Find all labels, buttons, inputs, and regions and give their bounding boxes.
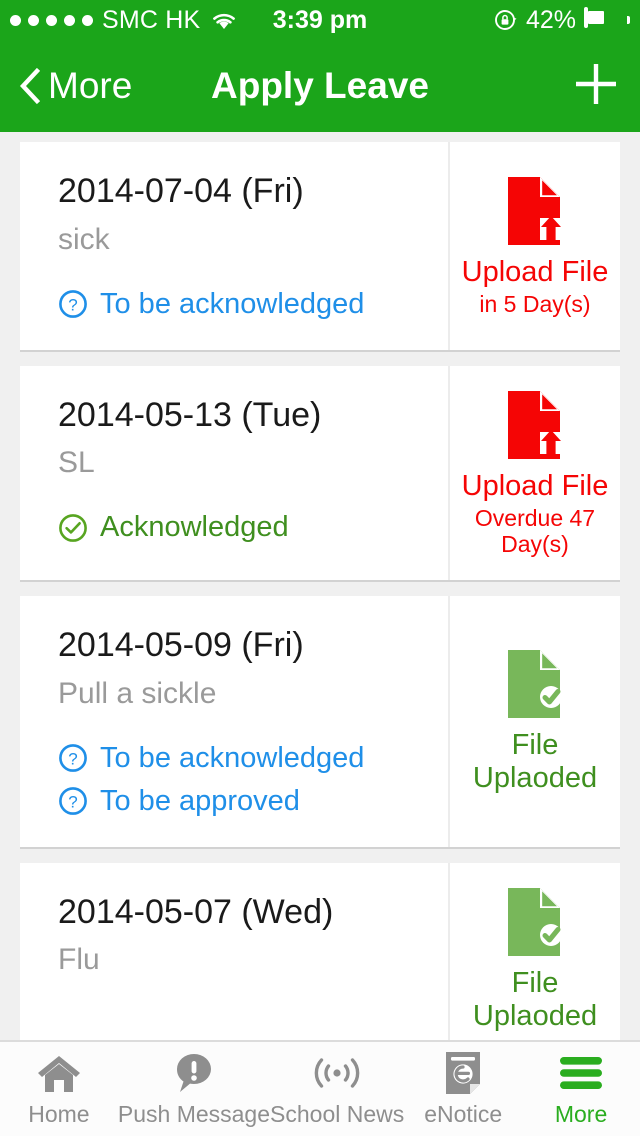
- status-badge: ? To be approved: [58, 782, 448, 821]
- tab-more[interactable]: More: [522, 1042, 640, 1136]
- file-upload-icon: [504, 174, 566, 248]
- tab-school-news[interactable]: School News: [270, 1042, 404, 1136]
- file-action-label: Upload File: [461, 255, 609, 288]
- rotation-lock-icon: [494, 8, 518, 32]
- status-badge: ? To be acknowledged: [58, 285, 448, 324]
- file-action-label: File Uplaoded: [472, 966, 598, 1032]
- leave-record-details: 2014-05-09 (Fri) Pull a sickle? To be ackn…: [20, 596, 448, 847]
- leave-record-card[interactable]: 2014-05-07 (Wed) Flu File Uplaoded: [20, 862, 620, 1040]
- file-action-panel[interactable]: File Uplaoded: [448, 862, 620, 1040]
- signal-dot: [10, 14, 21, 26]
- status-label: To be acknowledged: [100, 287, 365, 320]
- status-label: To be acknowledged: [100, 741, 365, 774]
- signal-dot: [64, 14, 75, 26]
- navigation-bar: More Apply Leave: [0, 40, 640, 132]
- leave-record-card[interactable]: 2014-05-13 (Tue) SL Acknowledged Upload Fil…: [20, 365, 620, 583]
- leave-date: 2014-05-09 (Fri): [58, 626, 304, 665]
- file-action-panel[interactable]: Upload File in 5 Day(s): [448, 142, 620, 350]
- file-due-label: in 5 Day(s): [479, 291, 591, 318]
- leave-reason: Pull a sickle: [58, 676, 217, 710]
- question-circle-icon: ?: [58, 743, 88, 773]
- svg-text:?: ?: [68, 793, 77, 812]
- svg-text:?: ?: [68, 750, 77, 769]
- file-check-icon: [504, 885, 566, 959]
- file-action-panel[interactable]: Upload File Overdue 47 Day(s): [448, 365, 620, 581]
- add-leave-button[interactable]: [570, 60, 622, 112]
- battery-percent-label: 42%: [525, 5, 576, 34]
- tab-label: eNotice: [424, 1100, 503, 1127]
- back-button[interactable]: More: [18, 65, 132, 107]
- wifi-icon: [211, 11, 237, 30]
- file-due-label: Overdue 47 Day(s): [474, 504, 596, 558]
- leave-record-details: 2014-05-13 (Tue) SL Acknowledged: [20, 366, 448, 580]
- leave-date: 2014-05-13 (Tue): [58, 395, 322, 434]
- status-badge: Acknowledged: [58, 508, 448, 547]
- battery-icon: [584, 7, 630, 31]
- leave-status-list: ? To be acknowledged? To be approved: [58, 739, 448, 821]
- question-circle-icon: ?: [58, 289, 88, 319]
- signal-dot: [46, 14, 57, 26]
- back-button-label: More: [48, 65, 133, 106]
- tab-label: More: [554, 1100, 608, 1127]
- file-action-label: Upload File: [461, 469, 609, 502]
- status-bar-left: SMC HK: [10, 6, 237, 35]
- carrier-label: SMC HK: [102, 5, 201, 34]
- status-label: To be approved: [100, 784, 300, 817]
- leave-record-details: 2014-05-07 (Wed) Flu: [20, 863, 448, 1040]
- leave-record-details: 2014-07-04 (Fri) sick? To be acknowledged: [20, 142, 448, 350]
- signal-dot: [28, 14, 39, 26]
- enotice-icon: [443, 1051, 483, 1095]
- leave-records-list[interactable]: 2014-07-04 (Fri) sick? To be acknowledged U…: [0, 132, 640, 1040]
- tab-home[interactable]: Home: [0, 1042, 118, 1136]
- status-bar-right: 42%: [494, 6, 630, 35]
- tab-label: Home: [28, 1100, 90, 1127]
- leave-date: 2014-05-07 (Wed): [58, 892, 334, 931]
- plus-icon: [570, 58, 622, 115]
- more-hamburger-icon: [558, 1051, 604, 1095]
- home-icon: [36, 1051, 82, 1095]
- leave-date: 2014-07-04 (Fri): [58, 172, 304, 210]
- file-action-label: File Uplaoded: [472, 729, 598, 795]
- file-action-panel[interactable]: File Uplaoded: [448, 596, 620, 847]
- file-check-icon: [504, 647, 566, 721]
- leave-record-card[interactable]: 2014-05-09 (Fri) Pull a sickle? To be ackn…: [20, 596, 620, 849]
- leave-record-card[interactable]: 2014-07-04 (Fri) sick? To be acknowledged U…: [20, 142, 620, 352]
- tab-enotice[interactable]: eNotice: [404, 1042, 522, 1136]
- check-circle-icon: [58, 513, 88, 543]
- leave-reason: Flu: [58, 943, 100, 977]
- status-badge: ? To be acknowledged: [58, 739, 448, 778]
- tab-label: School News: [270, 1100, 405, 1127]
- tab-label: Push Message: [117, 1100, 271, 1127]
- app-root: SMC HK 3:39 pm 42% More Apply Leave 2014…: [0, 0, 640, 1136]
- tab-push-message[interactable]: Push Message: [118, 1042, 270, 1136]
- leave-status-list: ? To be acknowledged: [58, 285, 448, 324]
- status-label: Acknowledged: [100, 511, 289, 544]
- chevron-left-icon: [18, 67, 41, 105]
- svg-text:?: ?: [68, 296, 77, 315]
- leave-status-list: Acknowledged: [58, 508, 448, 547]
- leave-reason: sick: [58, 222, 110, 256]
- signal-strength-dots: [10, 14, 93, 26]
- school-news-icon: [313, 1051, 361, 1095]
- file-upload-icon: [504, 388, 566, 462]
- question-circle-icon: ?: [58, 786, 88, 816]
- status-bar: SMC HK 3:39 pm 42%: [0, 0, 640, 40]
- push-message-icon: [172, 1051, 216, 1095]
- leave-reason: SL: [58, 446, 95, 480]
- signal-dot: [82, 14, 93, 26]
- bottom-tab-bar: Home Push Message School News eNotice More: [0, 1040, 640, 1136]
